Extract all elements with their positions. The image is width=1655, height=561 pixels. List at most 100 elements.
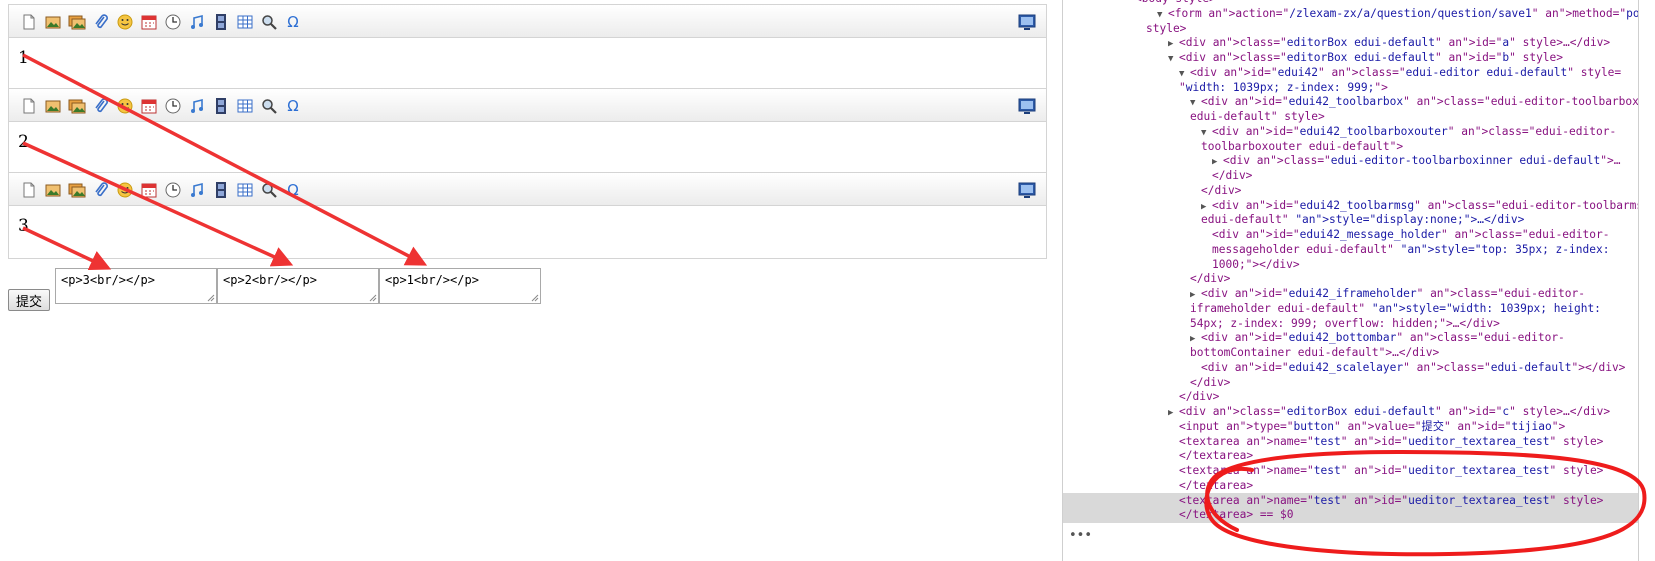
clock-icon[interactable] [161, 97, 185, 115]
dom-node-text: <div an">id="edui42" an">class="edui-edi… [1190, 65, 1622, 79]
editor-content[interactable]: 3 [18, 216, 29, 236]
fullscreen-icon[interactable] [1018, 97, 1036, 115]
new-document-icon[interactable] [17, 97, 41, 115]
table-icon[interactable] [233, 97, 257, 115]
resize-grip-icon[interactable] [206, 293, 215, 302]
calendar-icon[interactable] [137, 97, 161, 115]
dom-node-line[interactable]: edui-default" "an">style="display:none;"… [1063, 212, 1638, 228]
table-icon[interactable] [233, 13, 257, 31]
dom-node-line[interactable]: ▼ <form an">action="/zlexam-zx/a/question… [1063, 6, 1655, 22]
dom-node-line[interactable]: </textarea> [1063, 478, 1638, 494]
emoticon-icon[interactable] [113, 13, 137, 31]
submit-button[interactable]: 提交 [8, 289, 51, 311]
editor-a[interactable]: Ω1 [8, 4, 1047, 91]
dom-node-line[interactable]: iframeholder edui-default" "an">style="w… [1063, 301, 1638, 317]
dom-node-text: 54px; z-index: 999; overflow: hidden;">…… [1190, 316, 1500, 330]
new-document-icon[interactable] [17, 181, 41, 199]
dom-node-line[interactable]: ▼ <div an">id="edui42_toolbarboxouter" an… [1063, 124, 1638, 140]
dom-node-line[interactable]: <div an">id="edui42_scalelayer" an">clas… [1063, 360, 1638, 376]
svg-text:Ω: Ω [287, 13, 298, 31]
editor-content[interactable]: 1 [18, 48, 29, 68]
music-icon[interactable] [185, 97, 209, 115]
dom-node-text: <textarea an">name="test" an">id="uedito… [1179, 493, 1604, 507]
textarea-3-value: <p>1<br/></p> [385, 273, 479, 287]
dom-node-line[interactable]: <textarea an">name="test" an">id="uedito… [1063, 463, 1638, 479]
fullscreen-icon[interactable] [1018, 13, 1036, 31]
video-icon[interactable] [209, 181, 233, 199]
calendar-icon[interactable] [137, 13, 161, 31]
special-char-icon[interactable]: Ω [281, 97, 305, 115]
dom-node-text: edui-default" "an">style="display:none;"… [1201, 213, 1525, 227]
textarea-1[interactable]: <p>3<br/></p> [55, 268, 217, 304]
dom-node-line[interactable]: ▶ <div an">id="edui42_bottombar" an">clas… [1063, 330, 1638, 346]
fullscreen-icon[interactable] [1018, 181, 1036, 199]
table-icon[interactable] [233, 181, 257, 199]
ellipsis-icon[interactable]: ••• [1069, 528, 1092, 543]
music-icon[interactable] [185, 13, 209, 31]
editor-content[interactable]: 2 [18, 132, 29, 152]
dom-node-line[interactable]: ▼ <div an">id="edui42" an">class="edui-ed… [1063, 65, 1638, 81]
textarea-3[interactable]: <p>1<br/></p> [379, 268, 541, 304]
dom-node-text: <div an">class="editorBox edui-default" … [1179, 36, 1611, 50]
dom-node-text: <div an">id="edui42_toolbarboxouter" an"… [1212, 124, 1617, 138]
dom-node-line[interactable]: 1000;"></div> [1063, 257, 1638, 273]
dom-node-line[interactable]: bottomContainer edui-default">…</div> [1063, 345, 1638, 361]
dom-node-line[interactable]: <textarea an">name="test" an">id="uedito… [1063, 492, 1638, 509]
music-icon[interactable] [185, 181, 209, 199]
dom-node-line[interactable]: </textarea> [1063, 448, 1638, 464]
dom-node-line[interactable]: ▼ <div an">id="edui42_toolbarbox" an">cla… [1063, 94, 1639, 110]
dom-node-line[interactable]: ▶ <div an">class="editorBox edui-default"… [1063, 35, 1638, 51]
dom-node-line[interactable]: toolbarboxouter edui-default"> [1063, 139, 1638, 155]
dom-node-line[interactable]: </div> [1063, 389, 1638, 405]
dom-node-line[interactable]: </textarea> == $0 [1063, 507, 1638, 523]
search-replace-icon[interactable] [257, 181, 281, 199]
image-icon[interactable] [41, 97, 65, 115]
textarea-2[interactable]: <p>2<br/></p> [217, 268, 379, 304]
attachment-icon[interactable] [89, 13, 113, 31]
dom-node-line[interactable]: style> [1063, 21, 1638, 37]
emoticon-icon[interactable] [113, 181, 137, 199]
special-char-icon[interactable]: Ω [281, 181, 305, 199]
dom-node-line[interactable]: 54px; z-index: 999; overflow: hidden;">…… [1063, 316, 1638, 332]
dom-node-line[interactable]: ▼ <div an">class="editorBox edui-default"… [1063, 50, 1638, 66]
dom-node-line[interactable]: ▶ <div an">class="edui-editor-toolbarboxi… [1063, 153, 1638, 169]
dom-node-line[interactable]: <textarea an">name="test" an">id="uedito… [1063, 434, 1638, 450]
gallery-icon[interactable] [65, 97, 89, 115]
dom-node-line[interactable]: </div> [1063, 183, 1638, 199]
image-icon[interactable] [41, 181, 65, 199]
dom-node-line[interactable]: ▶ <div an">class="editorBox edui-default"… [1063, 404, 1638, 420]
clock-icon[interactable] [161, 181, 185, 199]
editor-b[interactable]: Ω2 [8, 88, 1047, 175]
new-document-icon[interactable] [17, 13, 41, 31]
dom-node-line[interactable]: "width: 1039px; z-index: 999;"> [1063, 80, 1638, 96]
search-replace-icon[interactable] [257, 97, 281, 115]
dom-node-line[interactable]: ▶ <div an">id="edui42_toolbarmsg" an">cla… [1063, 198, 1650, 214]
dom-node-line[interactable]: <input an">type="button" an">value="提交" … [1063, 419, 1638, 435]
dom-node-text: <textarea an">name="test" an">id="uedito… [1179, 434, 1604, 448]
gallery-icon[interactable] [65, 13, 89, 31]
calendar-icon[interactable] [137, 181, 161, 199]
video-icon[interactable] [209, 13, 233, 31]
special-char-icon[interactable]: Ω [281, 13, 305, 31]
dom-node-line[interactable]: messageholder edui-default" "an">style="… [1063, 242, 1638, 258]
dom-node-line[interactable]: edui-default" style> [1063, 109, 1638, 125]
clock-icon[interactable] [161, 13, 185, 31]
resize-grip-icon[interactable] [530, 293, 539, 302]
editor-c[interactable]: Ω3 [8, 172, 1047, 259]
video-icon[interactable] [209, 97, 233, 115]
attachment-icon[interactable] [89, 181, 113, 199]
dom-node-text: edui-default" style> [1190, 110, 1325, 123]
dom-node-line[interactable]: </div> [1063, 375, 1638, 391]
dom-node-line[interactable]: </div> [1063, 271, 1638, 287]
emoticon-icon[interactable] [113, 97, 137, 115]
resize-grip-icon[interactable] [368, 293, 377, 302]
image-icon[interactable] [41, 13, 65, 31]
dom-node-line[interactable]: <div an">id="edui42_message_holder" an">… [1063, 227, 1638, 243]
dom-node-text: </textarea> [1179, 449, 1254, 463]
dom-node-line[interactable]: ▶ <div an">id="edui42_iframeholder" an">c… [1063, 286, 1638, 302]
attachment-icon[interactable] [89, 97, 113, 115]
elements-tree: <body style>▼<form an">action="/zlexam-z… [1063, 0, 1655, 561]
search-replace-icon[interactable] [257, 13, 281, 31]
gallery-icon[interactable] [65, 181, 89, 199]
dom-node-line[interactable]: </div> [1063, 168, 1638, 184]
